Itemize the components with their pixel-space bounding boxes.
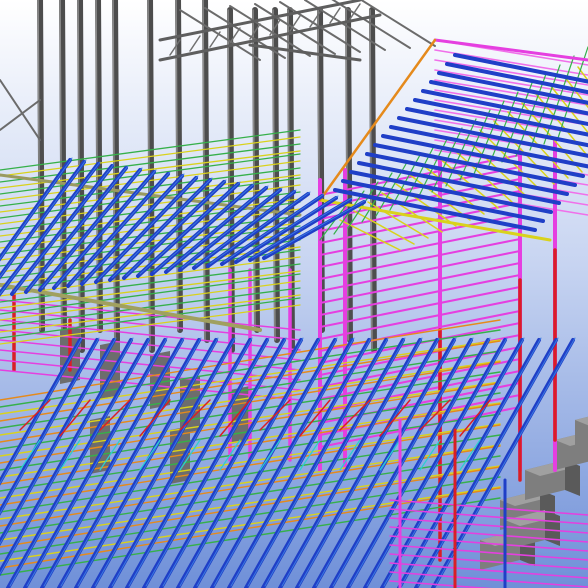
concrete-pedestal-side [545,510,560,546]
model-viewport[interactable] [0,0,588,588]
structural-model-3d-view[interactable] [0,0,588,588]
